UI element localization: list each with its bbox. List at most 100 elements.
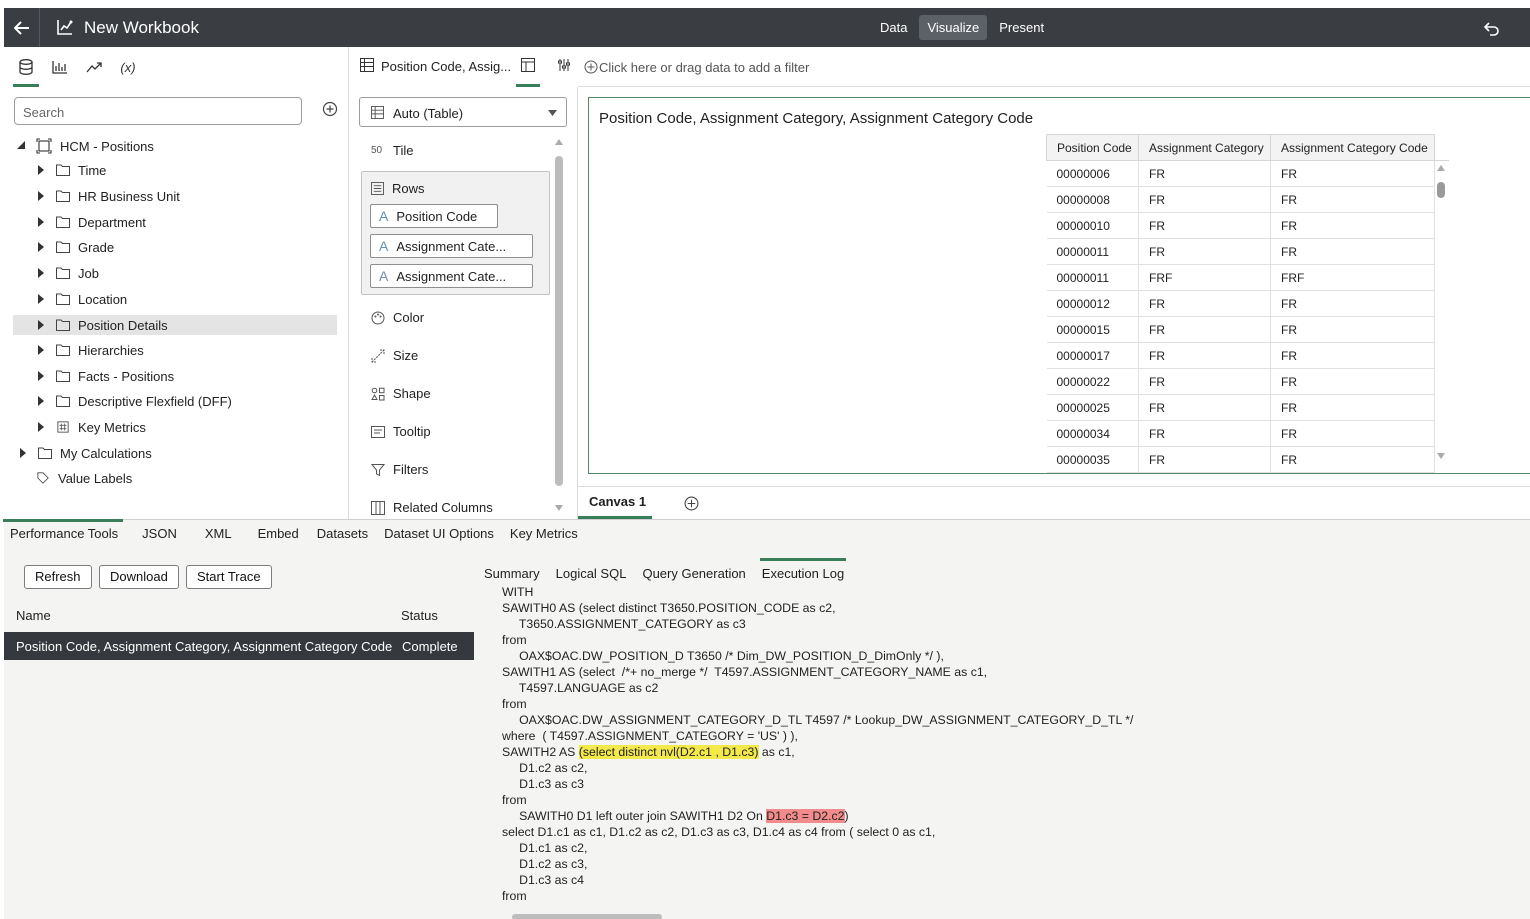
canvas-tab[interactable]: Canvas 1 bbox=[578, 487, 652, 519]
table-row[interactable]: 00000017 FR FR bbox=[1046, 342, 1449, 369]
mode-data[interactable]: Data bbox=[872, 15, 915, 40]
folder-icon bbox=[56, 344, 70, 356]
table-row[interactable]: 00000025 FR FR bbox=[1046, 394, 1449, 421]
log-line: from bbox=[502, 889, 527, 903]
add-canvas-icon[interactable] bbox=[684, 496, 699, 511]
table-row[interactable]: 00000008 FR FR bbox=[1046, 186, 1449, 213]
tree-item-value-labels[interactable]: Value Labels bbox=[36, 468, 132, 488]
log-line: WITH bbox=[502, 585, 534, 599]
grammar-tab-button[interactable] bbox=[516, 53, 540, 87]
caret-right-icon bbox=[38, 320, 44, 330]
undo-icon[interactable] bbox=[1482, 19, 1500, 37]
viz-type-select[interactable]: Auto (Table) bbox=[359, 97, 567, 127]
related-columns-section[interactable]: Related Columns bbox=[371, 500, 493, 515]
panel-divider[interactable] bbox=[348, 47, 349, 519]
tree-item-job[interactable]: Job bbox=[36, 263, 99, 283]
table-row[interactable]: 00000034 FR FR bbox=[1046, 420, 1449, 447]
tree-item-label: Value Labels bbox=[58, 470, 133, 486]
tab-execution-log[interactable]: Execution Log bbox=[759, 558, 847, 581]
calculation-tab-button[interactable]: (x) bbox=[115, 55, 141, 79]
tab-query-generation[interactable]: Query Generation bbox=[642, 566, 745, 581]
row-pill-assignment-category-code[interactable]: A Assignment Cate... bbox=[370, 264, 533, 288]
back-button[interactable] bbox=[4, 8, 40, 47]
mode-present[interactable]: Present bbox=[991, 15, 1052, 40]
tab-summary[interactable]: Summary bbox=[484, 566, 540, 581]
scrollbar-thumb[interactable] bbox=[555, 156, 563, 486]
tab-datasets[interactable]: Datasets bbox=[314, 526, 371, 550]
tree-item-hcm-positions[interactable]: HCM - Positions bbox=[16, 136, 154, 156]
scroll-down-icon[interactable] bbox=[1436, 452, 1446, 460]
pill-label: Assignment Cate... bbox=[396, 238, 507, 254]
tab-performance-tools[interactable]: Performance Tools bbox=[2, 519, 124, 550]
tree-item-grade[interactable]: Grade bbox=[36, 237, 114, 257]
table-row[interactable]: 00000015 FR FR bbox=[1046, 316, 1449, 343]
color-section[interactable]: Color bbox=[371, 310, 424, 325]
filters-label: Filters bbox=[393, 462, 429, 477]
data-tab-button[interactable] bbox=[13, 55, 39, 87]
folder-icon bbox=[56, 241, 70, 253]
scrollbar-thumb[interactable] bbox=[1437, 182, 1445, 198]
start-trace-button[interactable]: Start Trace bbox=[186, 565, 272, 589]
table-row[interactable]: 00000006 FR FR bbox=[1046, 160, 1449, 187]
tile-section[interactable]: 50 Tile bbox=[371, 143, 413, 158]
filters-section[interactable]: Filters bbox=[371, 462, 428, 477]
table-row[interactable]: 00000011 FR FR bbox=[1046, 238, 1449, 265]
tree-item-hierarchies[interactable]: Hierarchies bbox=[36, 340, 144, 360]
shape-section[interactable]: Shape bbox=[371, 386, 431, 401]
table-cell: FR bbox=[1270, 446, 1435, 473]
viz-name-label[interactable]: Position Code, Assig... bbox=[381, 59, 511, 74]
table-cell: 00000035 bbox=[1046, 446, 1139, 473]
tree-item-facts-positions[interactable]: Facts - Positions bbox=[36, 366, 174, 386]
tab-json[interactable]: JSON bbox=[139, 526, 180, 550]
row-pill-position-code[interactable]: A Position Code bbox=[370, 204, 498, 228]
refresh-button[interactable]: Refresh bbox=[24, 565, 92, 589]
mode-visualize[interactable]: Visualize bbox=[919, 15, 988, 40]
table-row[interactable]: 00000022 FR FR bbox=[1046, 368, 1449, 395]
table-scrollbar[interactable] bbox=[1434, 160, 1448, 466]
tree-item-descriptive-flexfield[interactable]: Descriptive Flexfield (DFF) bbox=[36, 391, 232, 411]
tooltip-section[interactable]: Tooltip bbox=[371, 424, 431, 439]
table-row[interactable]: 00000011 FRF FRF bbox=[1046, 264, 1449, 291]
scroll-up-icon[interactable] bbox=[1436, 164, 1446, 172]
execution-log-text: WITH SAWITH0 AS (select distinct T3650.PO… bbox=[502, 584, 1133, 904]
tree-item-time[interactable]: Time bbox=[36, 160, 106, 180]
tree-item-department[interactable]: Department bbox=[36, 212, 146, 232]
add-data-icon[interactable] bbox=[322, 101, 338, 117]
analytics-tab-button[interactable] bbox=[81, 55, 107, 79]
bar-chart-icon bbox=[52, 61, 67, 74]
tab-key-metrics[interactable]: Key Metrics bbox=[507, 526, 581, 550]
scroll-down-icon[interactable] bbox=[554, 504, 564, 512]
tab-logical-sql[interactable]: Logical SQL bbox=[556, 566, 627, 581]
table-row[interactable]: 00000012 FR FR bbox=[1046, 290, 1449, 317]
tab-embed[interactable]: Embed bbox=[255, 526, 302, 550]
tree-item-location[interactable]: Location bbox=[36, 289, 127, 309]
data-search-input[interactable]: Search bbox=[14, 97, 302, 125]
table-row[interactable]: 00000010 FR FR bbox=[1046, 212, 1449, 239]
trend-icon bbox=[86, 62, 102, 73]
column-header[interactable]: Assignment Category Code bbox=[1270, 134, 1435, 161]
download-button[interactable]: Download bbox=[99, 565, 179, 589]
row-pill-assignment-category[interactable]: A Assignment Cate... bbox=[370, 234, 533, 258]
table-visualization[interactable]: Position Code, Assignment Category, Assi… bbox=[588, 97, 1530, 474]
column-header[interactable]: Assignment Category bbox=[1138, 134, 1271, 161]
tab-xml[interactable]: XML bbox=[202, 526, 235, 550]
scroll-up-icon[interactable] bbox=[554, 138, 564, 146]
properties-tab-button[interactable] bbox=[552, 53, 576, 81]
tab-dataset-ui-options[interactable]: Dataset UI Options bbox=[381, 526, 497, 550]
visualizations-tab-button[interactable] bbox=[47, 55, 73, 79]
tree-item-hr-business-unit[interactable]: HR Business Unit bbox=[36, 186, 180, 206]
grammar-panel-scrollbar[interactable] bbox=[554, 138, 564, 512]
panel-divider[interactable] bbox=[577, 87, 578, 519]
table-row[interactable]: 00000035 FR FR bbox=[1046, 446, 1449, 473]
table-cell: FR bbox=[1138, 342, 1271, 369]
log-horizontal-scrollbar[interactable] bbox=[512, 914, 662, 919]
query-list-row[interactable]: Position Code, Assignment Category, Assi… bbox=[4, 632, 474, 660]
tree-item-my-calculations[interactable]: My Calculations bbox=[18, 443, 152, 463]
tree-item-position-details[interactable]: Position Details bbox=[13, 315, 337, 335]
table-cell: FR bbox=[1270, 238, 1435, 265]
tree-item-key-metrics[interactable]: Key Metrics bbox=[36, 417, 146, 437]
filter-bar[interactable]: Click here or drag data to add a filter bbox=[578, 47, 1530, 87]
mode-switcher: Data Visualize Present bbox=[872, 15, 1052, 40]
column-header[interactable]: Position Code bbox=[1046, 134, 1139, 161]
size-section[interactable]: Size bbox=[371, 348, 418, 363]
